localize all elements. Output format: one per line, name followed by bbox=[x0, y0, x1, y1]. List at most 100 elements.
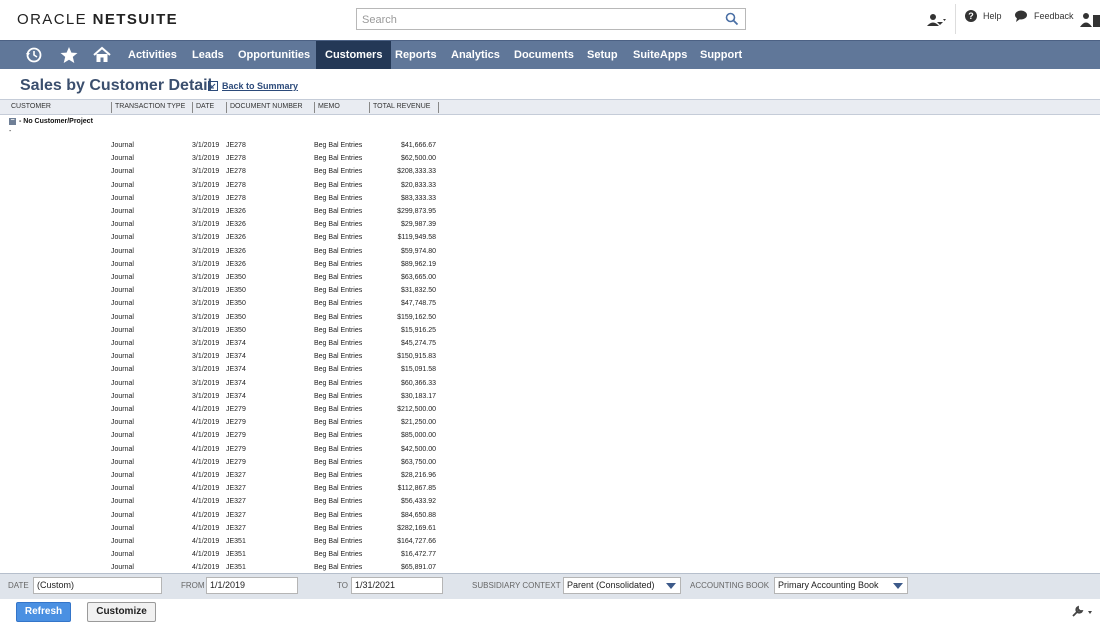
document-number-cell[interactable]: JE279 bbox=[226, 416, 246, 429]
tab-documents[interactable]: Documents bbox=[506, 41, 582, 69]
document-number-cell[interactable]: JE374 bbox=[226, 337, 246, 350]
document-number-cell[interactable]: JE351 bbox=[226, 535, 246, 548]
table-row[interactable]: Journal 3/1/2019 JE278 Beg Bal Entries $62,5… bbox=[0, 152, 1100, 165]
search-icon[interactable] bbox=[725, 12, 739, 26]
table-row[interactable]: Journal 3/1/2019 JE374 Beg Bal Entries $45,2… bbox=[0, 337, 1100, 350]
to-date-field[interactable]: 1/31/2021 bbox=[351, 577, 443, 594]
document-number-cell[interactable]: JE326 bbox=[226, 205, 246, 218]
table-row[interactable]: Journal 3/1/2019 JE326 Beg Bal Entries $299,… bbox=[0, 205, 1100, 218]
tab-analytics[interactable]: Analytics bbox=[443, 41, 508, 69]
table-row[interactable]: Journal 4/1/2019 JE327 Beg Bal Entries $28,2… bbox=[0, 469, 1100, 482]
table-row[interactable]: Journal 4/1/2019 JE327 Beg Bal Entries $282,… bbox=[0, 522, 1100, 535]
document-number-cell[interactable]: JE279 bbox=[226, 443, 246, 456]
document-number-cell[interactable]: JE278 bbox=[226, 165, 246, 178]
home-icon[interactable] bbox=[92, 45, 112, 65]
col-header-document-number[interactable]: DOCUMENT NUMBER bbox=[227, 102, 315, 113]
date-range-field[interactable]: (Custom) bbox=[33, 577, 162, 594]
tab-support[interactable]: Support bbox=[692, 41, 750, 69]
table-row[interactable]: Journal 3/1/2019 JE278 Beg Bal Entries $83,3… bbox=[0, 192, 1100, 205]
table-row[interactable]: Journal 4/1/2019 JE327 Beg Bal Entries $84,6… bbox=[0, 509, 1100, 522]
table-row[interactable]: Journal 3/1/2019 JE278 Beg Bal Entries $41,6… bbox=[0, 139, 1100, 152]
table-row[interactable]: Journal 3/1/2019 JE374 Beg Bal Entries $60,3… bbox=[0, 377, 1100, 390]
document-number-cell[interactable]: JE374 bbox=[226, 377, 246, 390]
col-header-memo[interactable]: MEMO bbox=[315, 102, 370, 113]
document-number-cell[interactable]: JE278 bbox=[226, 139, 246, 152]
table-row[interactable]: Journal 3/1/2019 JE326 Beg Bal Entries $119,… bbox=[0, 231, 1100, 244]
accounting-book-select[interactable]: Primary Accounting Book bbox=[774, 577, 908, 594]
subsidiary-context-select[interactable]: Parent (Consolidated) bbox=[563, 577, 681, 594]
recent-icon[interactable] bbox=[24, 45, 44, 65]
table-row[interactable]: Journal 3/1/2019 JE350 Beg Bal Entries $15,9… bbox=[0, 324, 1100, 337]
help-link[interactable]: ? Help bbox=[965, 10, 1002, 22]
table-row[interactable]: Journal 3/1/2019 JE278 Beg Bal Entries $20,8… bbox=[0, 179, 1100, 192]
tab-reports[interactable]: Reports bbox=[387, 41, 445, 69]
col-header-customer[interactable]: CUSTOMER bbox=[8, 102, 112, 113]
table-row[interactable]: Journal 3/1/2019 JE326 Beg Bal Entries $59,9… bbox=[0, 245, 1100, 258]
document-number-cell[interactable]: JE278 bbox=[226, 192, 246, 205]
search-input[interactable] bbox=[360, 11, 719, 29]
feedback-link[interactable]: Feedback bbox=[1014, 10, 1074, 22]
from-date-field[interactable]: 1/1/2019 bbox=[206, 577, 298, 594]
profile-icon[interactable] bbox=[1080, 12, 1100, 28]
col-header-date[interactable]: DATE bbox=[193, 102, 227, 113]
document-number-cell[interactable]: JE327 bbox=[226, 522, 246, 535]
document-number-cell[interactable]: JE327 bbox=[226, 482, 246, 495]
document-number-cell[interactable]: JE326 bbox=[226, 245, 246, 258]
table-row[interactable]: Journal 4/1/2019 JE279 Beg Bal Entries $212,… bbox=[0, 403, 1100, 416]
collapse-icon[interactable]: − bbox=[9, 117, 16, 125]
table-row[interactable]: Journal 3/1/2019 JE350 Beg Bal Entries $159,… bbox=[0, 311, 1100, 324]
table-row[interactable]: Journal 4/1/2019 JE279 Beg Bal Entries $63,7… bbox=[0, 456, 1100, 469]
table-row[interactable]: Journal 3/1/2019 JE350 Beg Bal Entries $31,8… bbox=[0, 284, 1100, 297]
document-number-cell[interactable]: JE278 bbox=[226, 152, 246, 165]
document-number-cell[interactable]: JE279 bbox=[226, 403, 246, 416]
tab-setup[interactable]: Setup bbox=[579, 41, 626, 69]
netsuite-logo[interactable]: ORACLE NETSUITE bbox=[17, 11, 178, 28]
col-header-total-revenue[interactable]: TOTAL REVENUE bbox=[370, 102, 439, 113]
table-row[interactable]: Journal 3/1/2019 JE350 Beg Bal Entries $63,6… bbox=[0, 271, 1100, 284]
document-number-cell[interactable]: JE326 bbox=[226, 218, 246, 231]
tab-customers[interactable]: Customers bbox=[316, 41, 392, 69]
document-number-cell[interactable]: JE351 bbox=[226, 548, 246, 561]
table-row[interactable]: Journal 3/1/2019 JE374 Beg Bal Entries $15,0… bbox=[0, 363, 1100, 376]
document-number-cell[interactable]: JE278 bbox=[226, 179, 246, 192]
table-row[interactable]: Journal 3/1/2019 JE278 Beg Bal Entries $208,… bbox=[0, 165, 1100, 178]
document-number-cell[interactable]: JE326 bbox=[226, 258, 246, 271]
table-row[interactable]: Journal 3/1/2019 JE350 Beg Bal Entries $47,7… bbox=[0, 297, 1100, 310]
document-number-cell[interactable]: JE350 bbox=[226, 324, 246, 337]
document-number-cell[interactable]: JE279 bbox=[226, 429, 246, 442]
document-number-cell[interactable]: JE279 bbox=[226, 456, 246, 469]
document-number-cell[interactable]: JE350 bbox=[226, 311, 246, 324]
wrench-icon[interactable] bbox=[1070, 605, 1094, 619]
table-row[interactable]: Journal 4/1/2019 JE351 Beg Bal Entries $16,4… bbox=[0, 548, 1100, 561]
document-number-cell[interactable]: JE327 bbox=[226, 469, 246, 482]
refresh-button[interactable]: Refresh bbox=[16, 602, 71, 622]
document-number-cell[interactable]: JE350 bbox=[226, 271, 246, 284]
table-row[interactable]: Journal 4/1/2019 JE279 Beg Bal Entries $85,0… bbox=[0, 429, 1100, 442]
table-row[interactable]: Journal 4/1/2019 JE351 Beg Bal Entries $65,8… bbox=[0, 561, 1100, 573]
document-number-cell[interactable]: JE374 bbox=[226, 350, 246, 363]
tab-activities[interactable]: Activities bbox=[120, 41, 185, 69]
table-row[interactable]: Journal 3/1/2019 JE374 Beg Bal Entries $150,… bbox=[0, 350, 1100, 363]
document-number-cell[interactable]: JE327 bbox=[226, 509, 246, 522]
table-row[interactable]: Journal 3/1/2019 JE326 Beg Bal Entries $89,9… bbox=[0, 258, 1100, 271]
document-number-cell[interactable]: JE326 bbox=[226, 231, 246, 244]
table-row[interactable]: Journal 3/1/2019 JE326 Beg Bal Entries $29,9… bbox=[0, 218, 1100, 231]
table-row[interactable]: Journal 3/1/2019 JE374 Beg Bal Entries $30,1… bbox=[0, 390, 1100, 403]
tab-opportunities[interactable]: Opportunities bbox=[230, 41, 318, 69]
table-row[interactable]: Journal 4/1/2019 JE279 Beg Bal Entries $42,5… bbox=[0, 443, 1100, 456]
document-number-cell[interactable]: JE327 bbox=[226, 495, 246, 508]
document-number-cell[interactable]: JE350 bbox=[226, 297, 246, 310]
table-row[interactable]: Journal 4/1/2019 JE279 Beg Bal Entries $21,2… bbox=[0, 416, 1100, 429]
customize-button[interactable]: Customize bbox=[87, 602, 156, 622]
document-number-cell[interactable]: JE351 bbox=[226, 561, 246, 573]
table-row[interactable]: Journal 4/1/2019 JE327 Beg Bal Entries $112,… bbox=[0, 482, 1100, 495]
tab-leads[interactable]: Leads bbox=[184, 41, 232, 69]
user-switch-icon[interactable] bbox=[926, 13, 948, 27]
tab-suiteapps[interactable]: SuiteApps bbox=[625, 41, 695, 69]
table-row[interactable]: Journal 4/1/2019 JE351 Beg Bal Entries $164,… bbox=[0, 535, 1100, 548]
document-number-cell[interactable]: JE374 bbox=[226, 363, 246, 376]
document-number-cell[interactable]: JE350 bbox=[226, 284, 246, 297]
col-header-transaction-type[interactable]: TRANSACTION TYPE bbox=[112, 102, 193, 113]
table-row[interactable]: Journal 4/1/2019 JE327 Beg Bal Entries $56,4… bbox=[0, 495, 1100, 508]
back-to-summary-link[interactable]: Back to Summary bbox=[208, 81, 298, 91]
